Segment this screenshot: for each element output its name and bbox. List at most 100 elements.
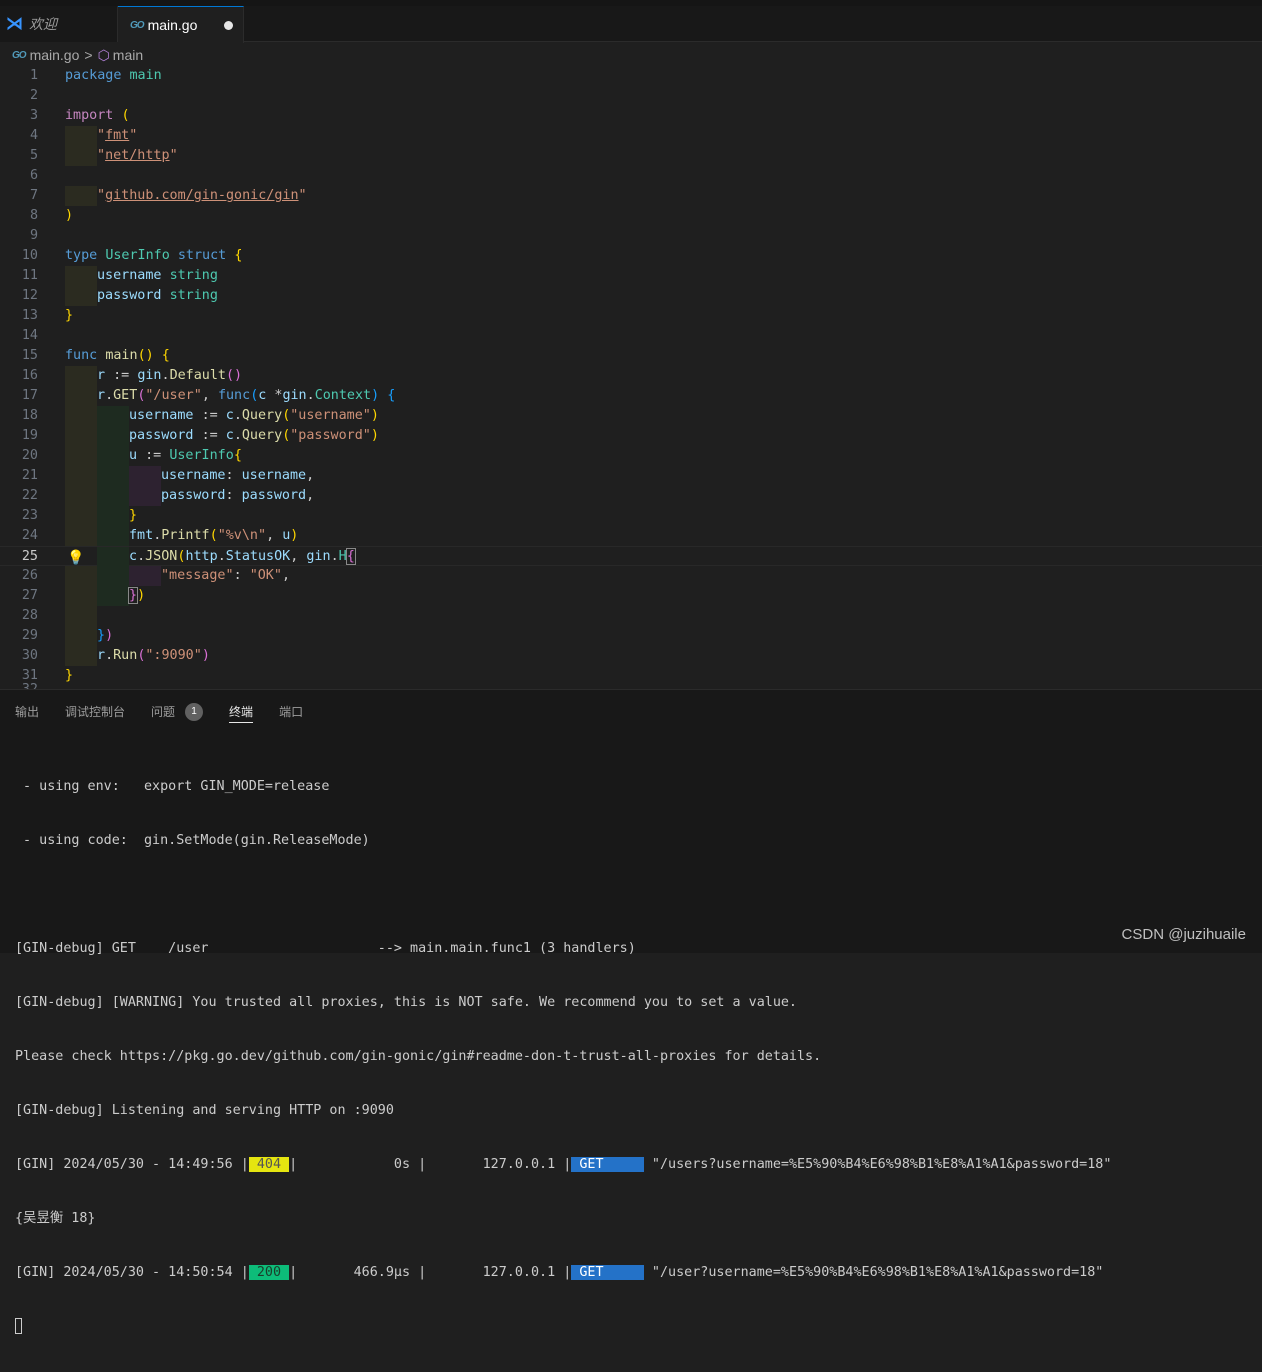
- line-number: 25: [21, 549, 38, 564]
- breadcrumb-separator: >: [84, 47, 93, 63]
- terminal-line: [GIN-debug] [WARNING] You trusted all pr…: [15, 995, 797, 1010]
- line-number: 24: [21, 528, 38, 543]
- code-line-current: 25 💡 c.JSON(http.StatusOK, gin.H{: [0, 546, 1262, 568]
- code-line: 8): [0, 206, 1262, 226]
- line-number: 17: [21, 388, 38, 403]
- vscode-icon: ⋊: [6, 14, 23, 33]
- line-number: 14: [21, 328, 38, 343]
- terminal-cursor: [15, 1318, 22, 1334]
- code-line: 3 import (: [0, 106, 1262, 126]
- line-number: 19: [21, 428, 38, 443]
- status-200-badge: 200: [248, 1265, 290, 1280]
- code-line: 30 r.Run(":9090"): [0, 646, 1262, 666]
- line-number: 1: [29, 68, 38, 83]
- code-line: 12 password string: [0, 286, 1262, 306]
- code-line: 14: [0, 326, 1262, 346]
- code-line: 21 username: username,: [0, 466, 1262, 486]
- tab-output[interactable]: 输出: [15, 701, 39, 723]
- terminal-prompt[interactable]: [15, 1318, 1111, 1336]
- line-number: 29: [21, 628, 38, 643]
- line-number: 27: [21, 588, 38, 603]
- code-line: 29}): [0, 626, 1262, 646]
- line-number: 12: [21, 288, 38, 303]
- line-number: 7: [29, 188, 38, 203]
- method-get-badge: GET: [571, 1265, 644, 1280]
- code-line: 6: [0, 166, 1262, 186]
- tab-terminal[interactable]: 终端: [229, 700, 254, 723]
- code-line: 10 type UserInfo struct {: [0, 246, 1262, 266]
- line-number: 16: [21, 368, 38, 383]
- code-line: 4 "fmt": [0, 126, 1262, 146]
- code-line: 20 u := UserInfo{: [0, 446, 1262, 466]
- line-number: 5: [29, 148, 38, 163]
- tab-ports[interactable]: 端口: [279, 701, 303, 723]
- line-number: 13: [21, 308, 38, 323]
- cube-icon: ⬡: [97, 46, 110, 63]
- code-line: 32: [0, 680, 1262, 689]
- tab-problems[interactable]: 问题 1: [151, 701, 204, 723]
- method-get-badge: GET: [571, 1157, 644, 1172]
- terminal-output[interactable]: - using env: export GIN_MODE=release - u…: [15, 742, 1111, 1372]
- status-404-badge: 404: [248, 1157, 290, 1172]
- line-number: 22: [21, 488, 38, 503]
- tab-welcome[interactable]: ⋊ 欢迎: [0, 6, 118, 42]
- breadcrumb-symbol[interactable]: main: [113, 47, 143, 63]
- code-line: 24 fmt.Printf("%v\n", u): [0, 526, 1262, 546]
- line-number: 15: [21, 348, 38, 363]
- code-line: 11 username string: [0, 266, 1262, 286]
- line-number: 32: [0, 680, 38, 689]
- terminal-line: - using env: export GIN_MODE=release: [15, 779, 330, 794]
- breadcrumb: GO main.go > ⬡ main: [12, 45, 143, 65]
- tab-welcome-label: 欢迎: [29, 16, 57, 32]
- go-file-icon: GO: [12, 49, 27, 61]
- bottom-panel: 输出 调试控制台 问题 1 终端 端口 - using env: export G…: [0, 689, 1262, 1334]
- terminal-line: {吴昱衡 18}: [15, 1211, 96, 1226]
- line-number: 10: [21, 248, 38, 263]
- code-line: 23}: [0, 506, 1262, 526]
- code-line: 1 package main: [0, 66, 1262, 86]
- problems-count-badge: 1: [185, 702, 204, 721]
- tab-debug-console[interactable]: 调试控制台: [65, 701, 125, 723]
- code-line: 15 func main() {: [0, 346, 1262, 366]
- code-line: 27}): [0, 586, 1262, 606]
- line-number: 28: [21, 608, 38, 623]
- line-number: 2: [29, 88, 38, 103]
- code-line: 17 r.GET("/user", func(c *gin.Context) {: [0, 386, 1262, 406]
- code-line: 9: [0, 226, 1262, 246]
- tab-problems-label: 问题: [151, 705, 176, 719]
- line-number: 3: [29, 108, 38, 123]
- line-number: 20: [21, 448, 38, 463]
- code-line: 5 "net/http": [0, 146, 1262, 166]
- code-line: 18 username := c.Query("username"): [0, 406, 1262, 426]
- code-line: 13}: [0, 306, 1262, 326]
- code-line: 7 "github.com/gin-gonic/gin": [0, 186, 1262, 206]
- line-number: 21: [21, 468, 38, 483]
- line-number: 23: [21, 508, 38, 523]
- terminal-line: [GIN-debug] Listening and serving HTTP o…: [15, 1103, 394, 1118]
- terminal-line: - using code: gin.SetMode(gin.ReleaseMod…: [15, 833, 370, 848]
- lightbulb-icon[interactable]: 💡: [67, 548, 84, 568]
- line-number: 26: [21, 568, 38, 583]
- request-log-line: [GIN] 2024/05/30 - 14:49:56 | 404 | 0s |…: [15, 1157, 1112, 1172]
- unsaved-dot-icon[interactable]: [224, 21, 233, 30]
- code-line: 26 "message": "OK",: [0, 566, 1262, 586]
- line-number: 8: [29, 208, 38, 223]
- line-number: 9: [29, 228, 38, 243]
- tab-main-go[interactable]: GO main.go: [118, 6, 244, 43]
- code-line: 19 password := c.Query("password"): [0, 426, 1262, 446]
- panel-tabs: 输出 调试控制台 问题 1 终端 端口: [15, 700, 329, 723]
- code-line: 16 r := gin.Default(): [0, 366, 1262, 386]
- line-number: 18: [21, 408, 38, 423]
- tab-bar: ⋊ 欢迎 GO main.go: [0, 0, 1262, 43]
- watermark: CSDN @juzihuaile: [1121, 926, 1246, 943]
- breadcrumb-file[interactable]: main.go: [30, 47, 80, 63]
- terminal-line: [GIN-debug] GET /user --> main.main.func…: [15, 941, 636, 956]
- code-line: 28: [0, 606, 1262, 626]
- code-editor[interactable]: 1 package main 2 3 import ( 4 "fmt" 5 "net/h…: [0, 66, 1262, 689]
- go-file-icon: GO: [130, 19, 145, 31]
- line-number: 6: [29, 168, 38, 183]
- terminal-line: Please check https://pkg.go.dev/github.c…: [15, 1049, 822, 1064]
- code-line: 22 password: password,: [0, 486, 1262, 506]
- line-number: 4: [29, 128, 38, 143]
